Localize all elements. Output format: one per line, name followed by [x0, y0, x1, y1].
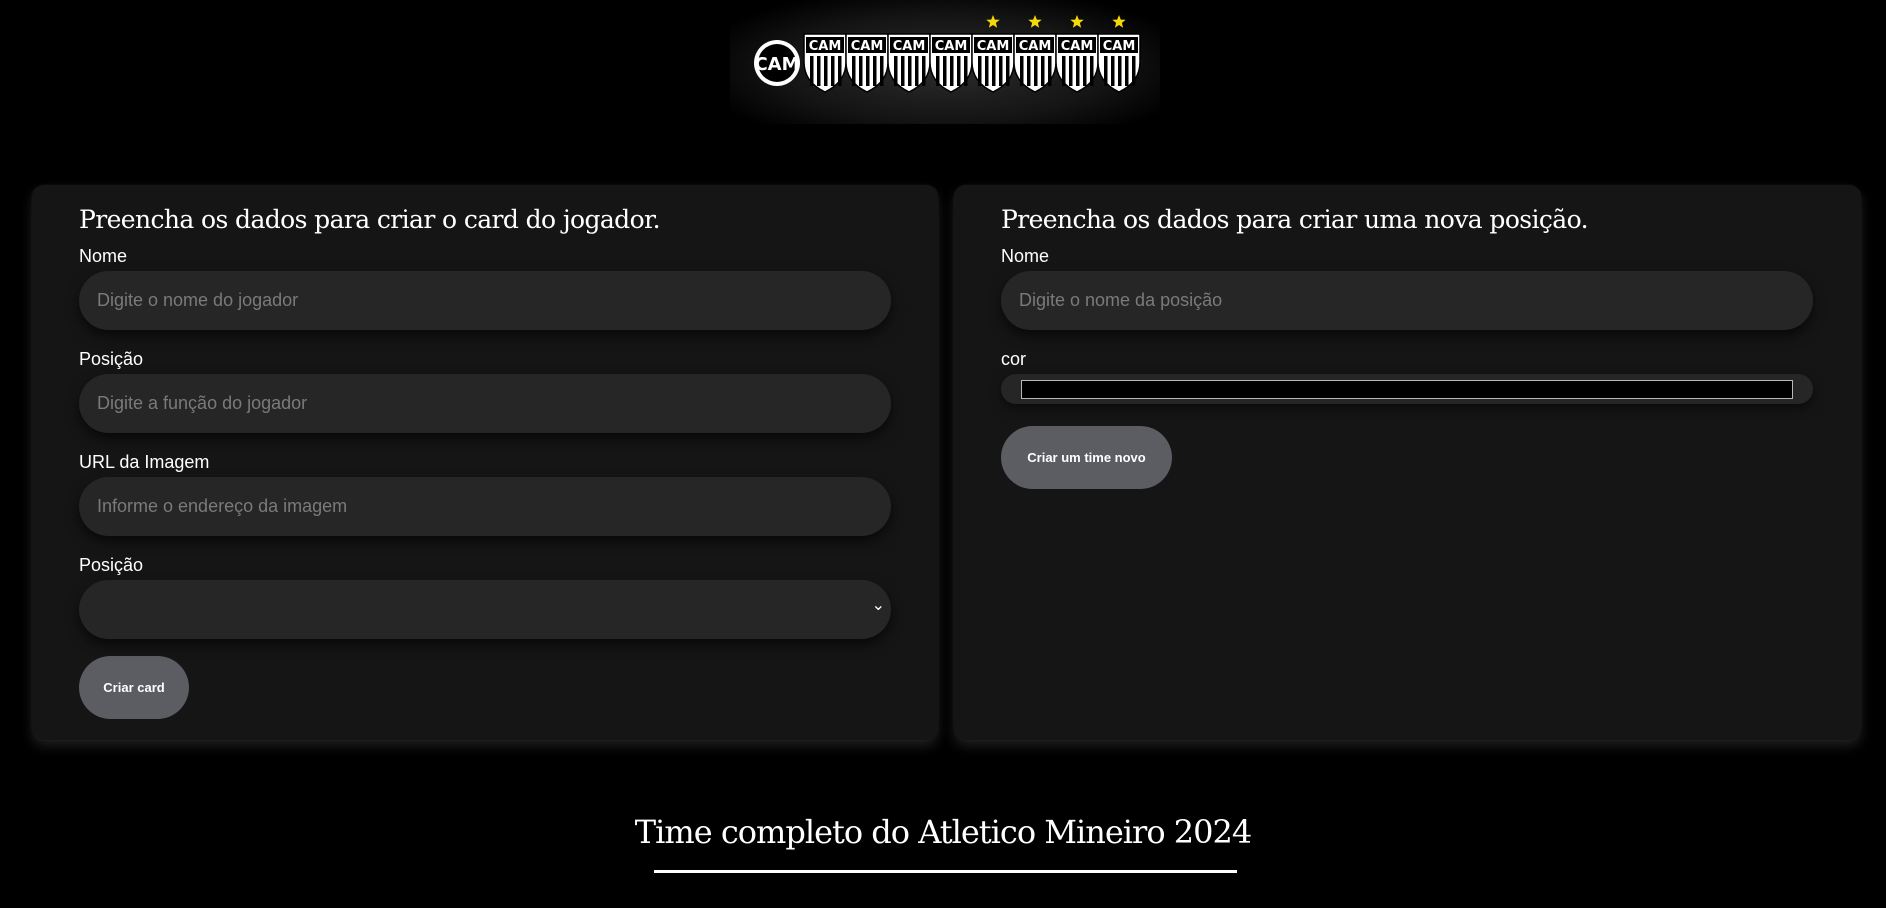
svg-text:CAM: CAM	[1061, 39, 1094, 54]
color-swatch[interactable]	[1021, 380, 1793, 399]
crest-shield-icon: CAM	[845, 33, 889, 93]
svg-text:CAM: CAM	[809, 39, 842, 54]
star-icon	[1028, 15, 1042, 28]
position-form-title: Preencha os dados para criar uma nova po…	[1001, 205, 1589, 234]
position-name-input[interactable]	[1001, 271, 1813, 330]
crest-round-icon: CAM	[754, 40, 800, 86]
player-image-label: URL da Imagem	[79, 452, 210, 472]
crest-shield-icon: CAM	[1097, 33, 1141, 93]
player-role-input[interactable]	[79, 374, 891, 433]
create-team-button[interactable]: Criar um time novo	[1001, 426, 1172, 489]
position-select-label: Posição	[79, 555, 144, 575]
star-icon	[1070, 15, 1084, 28]
svg-text:CAM: CAM	[893, 39, 926, 54]
svg-text:CAM: CAM	[1019, 39, 1052, 54]
crest-shield-icon: CAM	[887, 33, 931, 93]
position-select[interactable]: ⌄	[79, 580, 891, 639]
svg-text:CAM: CAM	[977, 39, 1010, 54]
team-section-title: Time completo do Atletico Mineiro 2024	[634, 813, 1252, 851]
svg-text:CAM: CAM	[851, 39, 884, 54]
crest-shield-icon: CAM	[803, 33, 847, 93]
player-image-url-input[interactable]	[79, 477, 891, 536]
crest-shield-icon: CAM	[971, 33, 1015, 93]
star-icon	[1112, 15, 1126, 28]
position-name-label: Nome	[1001, 246, 1050, 266]
player-form-title: Preencha os dados para criar o card do j…	[79, 205, 661, 234]
svg-text:CAM: CAM	[754, 54, 799, 75]
position-color-label: cor	[1001, 349, 1027, 369]
position-form: Preencha os dados para criar uma nova po…	[954, 185, 1861, 740]
svg-text:CAM: CAM	[935, 39, 968, 54]
position-color-input[interactable]	[1001, 374, 1813, 404]
section-title-underline	[654, 870, 1237, 873]
crest-shield-icon: CAM	[1013, 33, 1057, 93]
star-icon	[986, 15, 1000, 28]
chevron-down-icon: ⌄	[871, 597, 885, 614]
atletico-crests-icon: CAM CAM CAM CAM CAM CAM CAM CAM CAM	[754, 15, 1141, 93]
crest-shield-icon: CAM	[1055, 33, 1099, 93]
create-card-button[interactable]: Criar card	[79, 656, 189, 719]
player-name-input[interactable]	[79, 271, 891, 330]
player-role-label: Posição	[79, 349, 144, 369]
crest-shield-icon: CAM	[929, 33, 973, 93]
player-name-label: Nome	[79, 246, 128, 266]
player-card-form: Preencha os dados para criar o card do j…	[32, 185, 938, 740]
svg-text:CAM: CAM	[1103, 39, 1136, 54]
header-banner: CAM CAM CAM CAM CAM CAM CAM CAM CAM	[730, 0, 1160, 124]
